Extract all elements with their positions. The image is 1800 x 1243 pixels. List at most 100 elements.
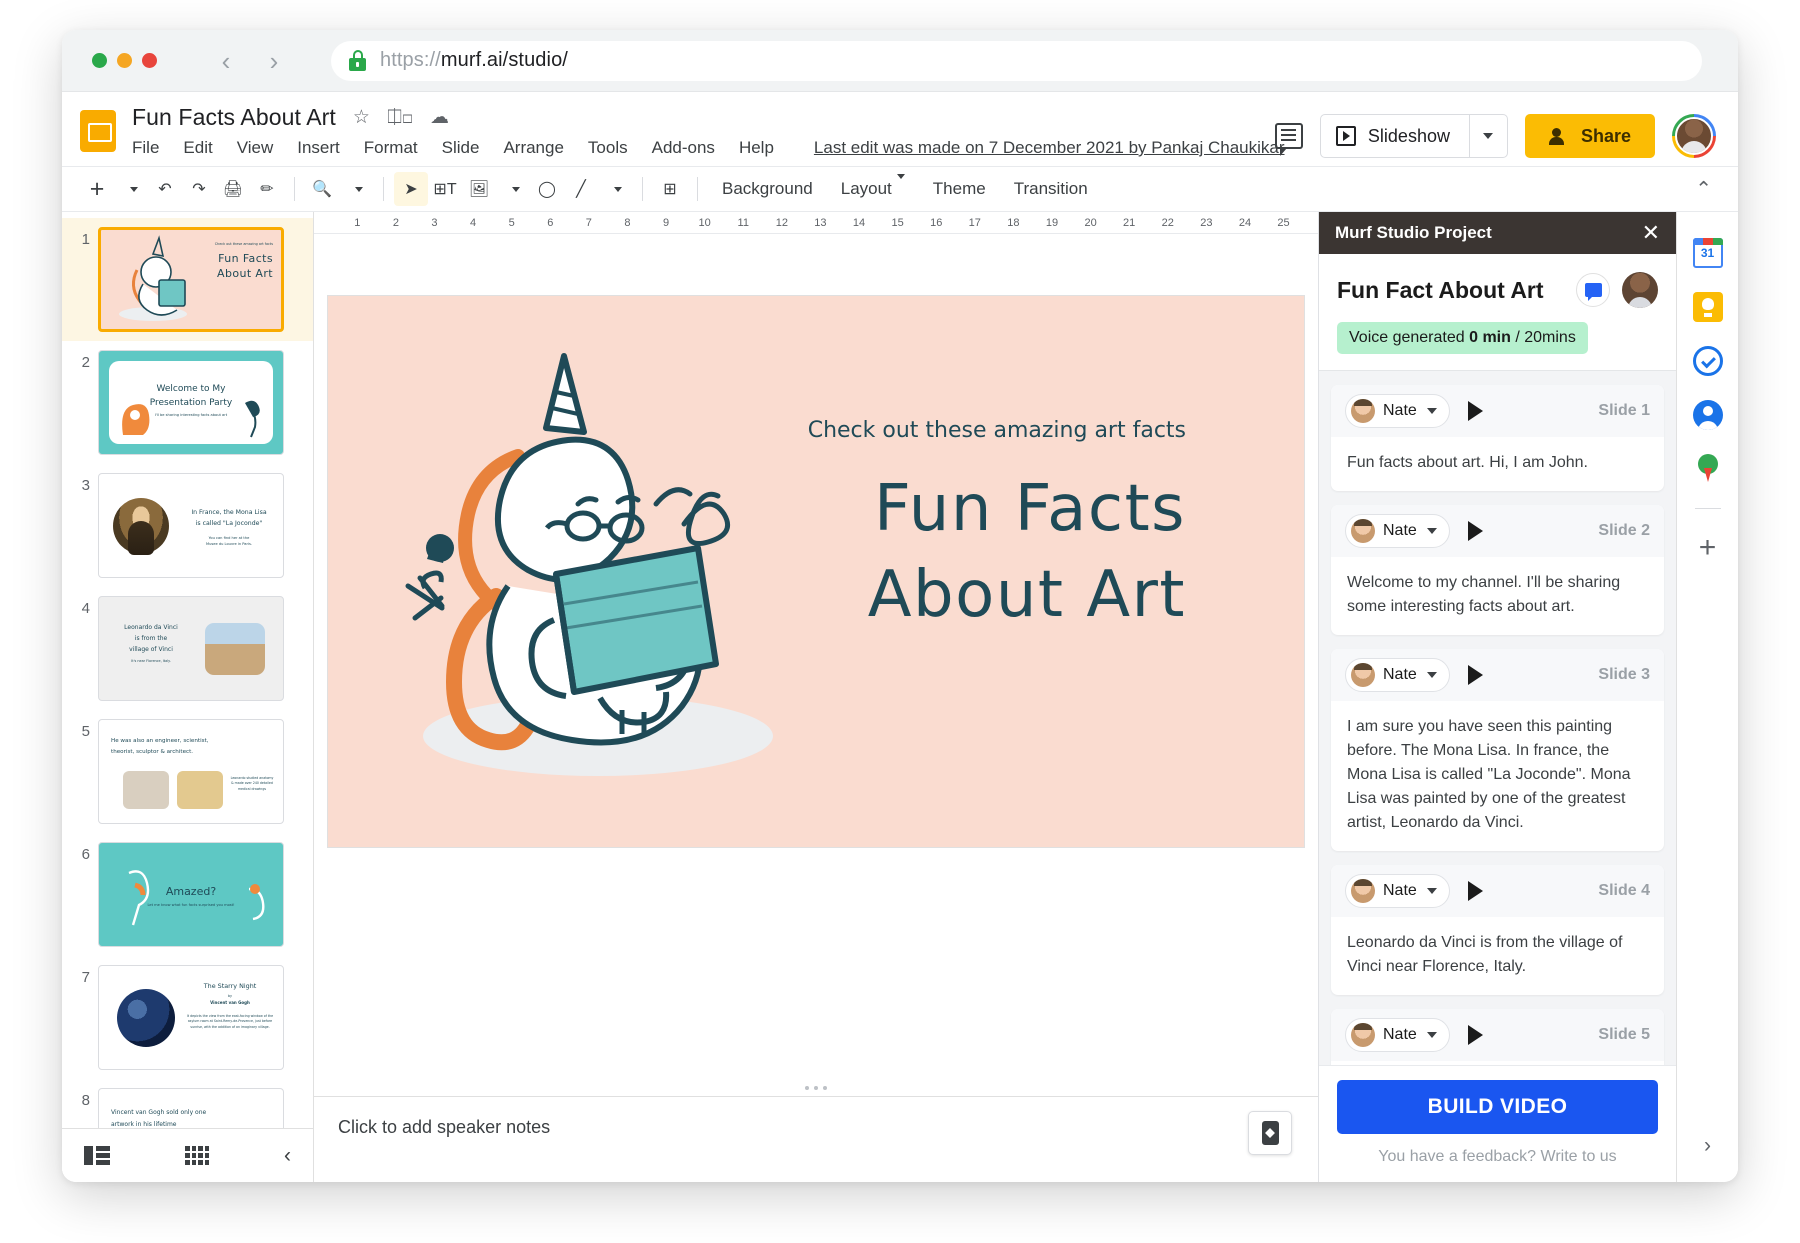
thumbnail-slide-2[interactable]: 2 Welcome to MyPresentation Party I'll b… — [62, 341, 313, 464]
minimize-window-dot[interactable] — [117, 53, 132, 68]
insert-image-icon[interactable]: 🖼 — [462, 172, 496, 206]
contacts-icon[interactable] — [1693, 400, 1723, 430]
voice-selector[interactable]: Nate — [1345, 658, 1450, 692]
move-to-folder-icon[interactable]: ⎅◻ — [387, 108, 413, 127]
address-bar[interactable]: https://murf.ai/studio/ — [331, 41, 1702, 81]
zoom-dropdown[interactable] — [339, 172, 373, 206]
play-icon[interactable] — [1468, 1025, 1483, 1045]
build-video-button[interactable]: BUILD VIDEO — [1337, 1080, 1658, 1134]
menu-addons[interactable]: Add-ons — [652, 138, 715, 158]
script-card-body[interactable]: Welcome to my channel. I'll be sharing s… — [1331, 557, 1664, 635]
menu-tools[interactable]: Tools — [588, 138, 628, 158]
text-box-icon[interactable]: ⊞T — [428, 172, 462, 206]
keep-icon[interactable] — [1693, 292, 1723, 322]
calendar-icon[interactable]: 31 — [1693, 238, 1723, 268]
current-slide[interactable]: Check out these amazing art facts Fun Fa… — [328, 296, 1304, 847]
filmstrip-view-icon[interactable] — [84, 1146, 110, 1165]
nav-buttons[interactable]: ‹ › — [215, 50, 285, 72]
select-tool-icon[interactable]: ➤ — [394, 172, 428, 206]
last-edit-link[interactable]: Last edit was made on 7 December 2021 by… — [814, 138, 1285, 158]
menu-format[interactable]: Format — [364, 138, 418, 158]
cloud-status-icon[interactable]: ☁ — [430, 108, 449, 127]
transition-button[interactable]: Transition — [1000, 179, 1102, 199]
script-card[interactable]: Nate Slide 4 Leonardo da Vinci is from t… — [1331, 865, 1664, 995]
play-icon[interactable] — [1468, 665, 1483, 685]
zoom-icon[interactable]: 🔍 — [305, 172, 339, 206]
expand-rail-icon[interactable]: › — [1704, 1134, 1711, 1158]
thumbnail-slide-6[interactable]: 6 Amazed? Let me know what fun facts sur… — [62, 833, 313, 956]
play-icon[interactable] — [1468, 881, 1483, 901]
collapse-filmstrip-icon[interactable]: ‹ — [284, 1144, 291, 1168]
thumbnail-slide-5[interactable]: 5 He was also an engineer, scientist,the… — [62, 710, 313, 833]
resize-handle-dots[interactable] — [805, 1086, 827, 1090]
script-card[interactable]: Nate Slide 5 Leorardo da Vinci was not o… — [1331, 1009, 1664, 1065]
thumbnail-slide-7[interactable]: 7 The Starry Night by Vincent van Gogh I… — [62, 956, 313, 1079]
redo-icon[interactable]: ↷ — [182, 172, 216, 206]
script-card-body[interactable]: Leonardo da Vinci is from the village of… — [1331, 917, 1664, 995]
comment-history-icon[interactable] — [1275, 123, 1303, 149]
window-controls[interactable] — [92, 53, 157, 68]
menu-file[interactable]: File — [132, 138, 159, 158]
slideshow-button[interactable]: Slideshow — [1320, 114, 1508, 158]
feedback-link[interactable]: You have a feedback? Write to us — [1337, 1134, 1658, 1172]
play-icon[interactable] — [1468, 401, 1483, 421]
add-comment-icon[interactable]: ⊞ — [653, 172, 687, 206]
forward-icon[interactable]: › — [263, 50, 285, 72]
script-card[interactable]: Nate Slide 3 I am sure you have seen thi… — [1331, 649, 1664, 851]
thumbnail-slide-1[interactable]: 1 Fun FactsAbout Art Check out these ama… — [62, 218, 313, 341]
new-slide-button[interactable]: + — [80, 172, 114, 206]
maps-icon[interactable] — [1696, 454, 1720, 484]
account-avatar[interactable] — [1672, 114, 1716, 158]
back-icon[interactable]: ‹ — [215, 50, 237, 72]
line-dropdown[interactable] — [598, 172, 632, 206]
slide-filmstrip[interactable]: 1 Fun FactsAbout Art Check out these ama… — [62, 212, 314, 1182]
menu-arrange[interactable]: Arrange — [503, 138, 563, 158]
shape-icon[interactable]: ◯ — [530, 172, 564, 206]
slide-kicker-text[interactable]: Check out these amazing art facts — [808, 418, 1186, 443]
layout-button[interactable]: Layout — [827, 179, 919, 199]
menu-help[interactable]: Help — [739, 138, 774, 158]
menu-view[interactable]: View — [237, 138, 274, 158]
new-slide-dropdown[interactable] — [114, 172, 148, 206]
murf-script-list[interactable]: Nate Slide 1 Fun facts about art. Hi, I … — [1319, 371, 1676, 1065]
close-window-dot[interactable] — [92, 53, 107, 68]
slide-title-text[interactable]: Fun Facts About Art — [868, 466, 1186, 639]
explore-button[interactable] — [1248, 1111, 1292, 1155]
theme-button[interactable]: Theme — [919, 179, 1000, 199]
slideshow-dropdown[interactable] — [1469, 115, 1507, 157]
voice-selector[interactable]: Nate — [1345, 514, 1450, 548]
close-icon[interactable]: ✕ — [1642, 222, 1660, 244]
share-button[interactable]: Share — [1525, 114, 1655, 158]
star-icon[interactable]: ☆ — [353, 108, 370, 127]
voice-selector[interactable]: Nate — [1345, 874, 1450, 908]
voice-selector[interactable]: Nate — [1345, 394, 1450, 428]
line-icon[interactable]: ╱ — [564, 172, 598, 206]
voice-selector[interactable]: Nate — [1345, 1018, 1450, 1052]
background-button[interactable]: Background — [708, 179, 827, 199]
page-title[interactable]: Fun Facts About Art — [132, 104, 336, 131]
murf-user-avatar[interactable] — [1622, 272, 1658, 308]
tasks-icon[interactable] — [1693, 346, 1723, 376]
undo-icon[interactable]: ↶ — [148, 172, 182, 206]
print-icon[interactable]: 🖨 — [216, 172, 250, 206]
thumbnail-slide-3[interactable]: 3 In France, the Mona Lisais called "La … — [62, 464, 313, 587]
script-card-body[interactable]: Leorardo da Vinci was not only an artist… — [1331, 1061, 1664, 1065]
speaker-notes-area[interactable]: Click to add speaker notes — [314, 1096, 1318, 1182]
menu-insert[interactable]: Insert — [297, 138, 340, 158]
maximize-window-dot[interactable] — [142, 53, 157, 68]
play-icon[interactable] — [1468, 521, 1483, 541]
chat-icon[interactable] — [1576, 273, 1610, 307]
paint-format-icon[interactable]: ✏ — [250, 172, 284, 206]
script-card-body[interactable]: Fun facts about art. Hi, I am John. — [1331, 437, 1664, 491]
add-addon-icon[interactable]: + — [1699, 533, 1717, 563]
menu-slide[interactable]: Slide — [442, 138, 480, 158]
collapse-toolbar-icon[interactable]: ⌃ — [1695, 177, 1712, 202]
grid-view-icon[interactable] — [185, 1146, 209, 1165]
script-card[interactable]: Nate Slide 1 Fun facts about art. Hi, I … — [1331, 385, 1664, 491]
script-card-body[interactable]: I am sure you have seen this painting be… — [1331, 701, 1664, 851]
insert-image-dropdown[interactable] — [496, 172, 530, 206]
menu-edit[interactable]: Edit — [183, 138, 212, 158]
slideshow-main[interactable]: Slideshow — [1321, 115, 1469, 157]
thumbnail-slide-4[interactable]: 4 Leonardo da Vinciis from thevillage of… — [62, 587, 313, 710]
script-card[interactable]: Nate Slide 2 Welcome to my channel. I'll… — [1331, 505, 1664, 635]
